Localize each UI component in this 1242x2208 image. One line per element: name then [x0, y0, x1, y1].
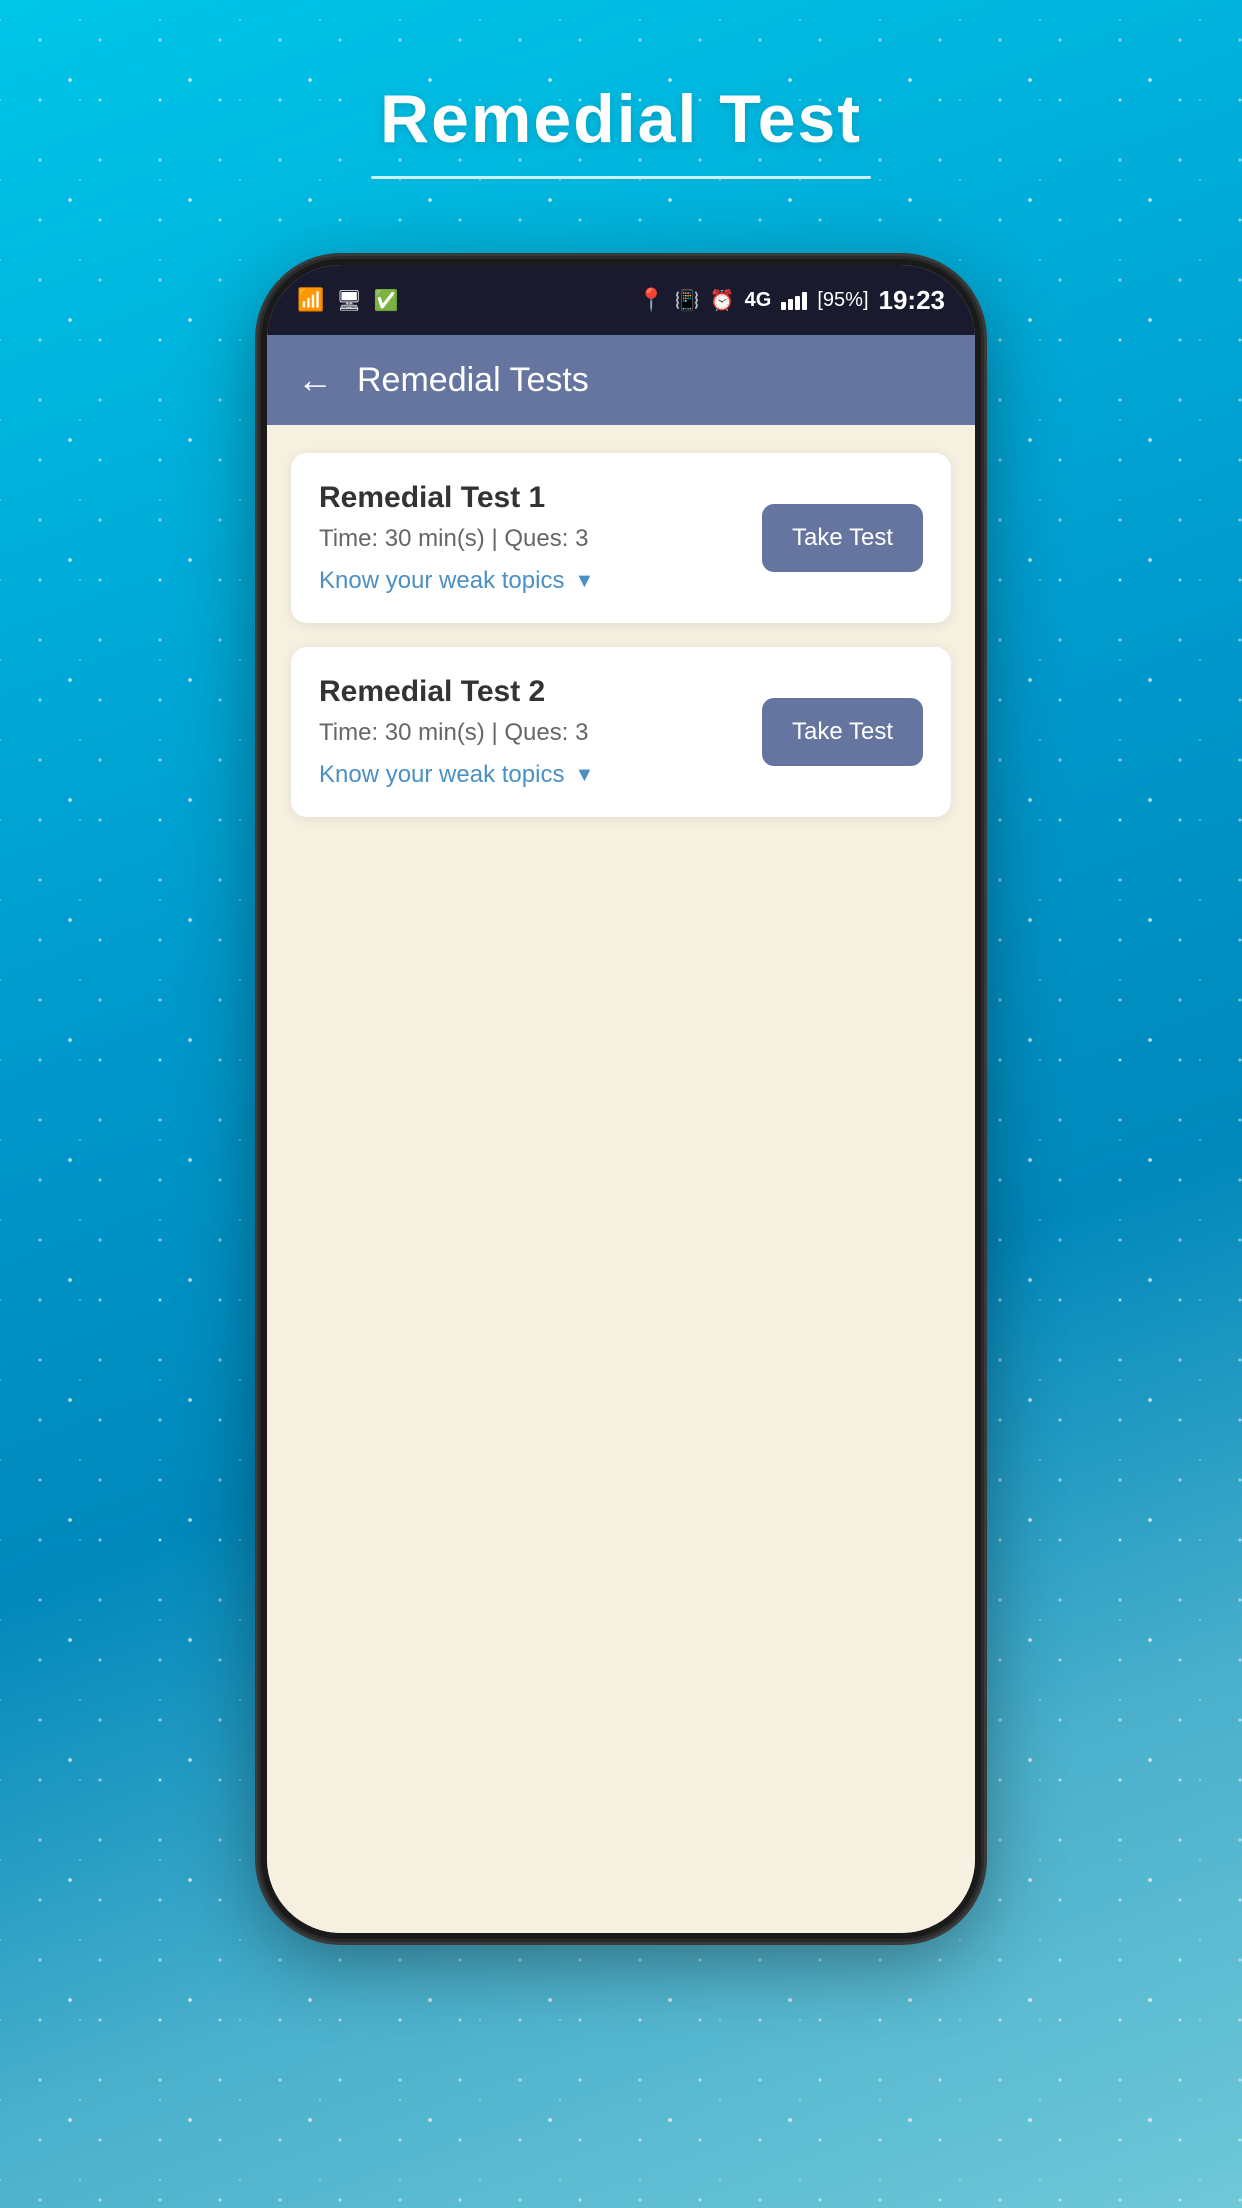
- test-card-1: Remedial Test 1 Time: 30 min(s) | Ques: …: [291, 453, 951, 623]
- signal-bar-2: [788, 299, 793, 310]
- battery-percent: 95%: [823, 289, 863, 312]
- back-button[interactable]: ←: [297, 359, 333, 401]
- take-test-button-2[interactable]: Take Test: [762, 698, 923, 766]
- dropdown-arrow-1: ▼: [574, 570, 594, 593]
- network-type: 4G: [745, 289, 772, 312]
- test-card-2-meta: Time: 30 min(s) | Ques: 3: [319, 719, 762, 747]
- status-time: 19:23: [879, 285, 946, 316]
- test-card-2: Remedial Test 2 Time: 30 min(s) | Ques: …: [291, 647, 951, 817]
- status-right: 📍 📳 ⏰ 4G [95%] 19:23: [637, 285, 945, 316]
- page-title-section: Remedial Test: [371, 80, 871, 179]
- know-weak-topics-1[interactable]: Know your weak topics ▼: [319, 567, 762, 595]
- test-card-1-left: Remedial Test 1 Time: 30 min(s) | Ques: …: [319, 481, 762, 595]
- phone-inner: 📶 🖥 ✅ 📍 📳 ⏰ 4G: [267, 265, 975, 1933]
- notification-icon: 🖥: [336, 288, 361, 313]
- header-title: Remedial Tests: [357, 361, 589, 400]
- status-left: 📶 🖥 ✅: [297, 287, 399, 313]
- know-weak-topics-2-label: Know your weak topics: [319, 761, 564, 789]
- take-test-button-1[interactable]: Take Test: [762, 504, 923, 572]
- signal-bar-3: [795, 296, 800, 310]
- alarm-icon: ⏰: [710, 288, 735, 313]
- signal-bar-1: [781, 302, 786, 310]
- location-icon: 📍: [637, 287, 664, 313]
- app-content: Remedial Test 1 Time: 30 min(s) | Ques: …: [267, 425, 975, 1933]
- test-card-2-title: Remedial Test 2: [319, 675, 762, 709]
- page-title: Remedial Test: [371, 80, 871, 158]
- wifi-icon: 📶: [297, 287, 324, 313]
- title-underline: [371, 176, 871, 179]
- test-card-1-meta: Time: 30 min(s) | Ques: 3: [319, 525, 762, 553]
- check-icon: ✅: [374, 288, 399, 313]
- know-weak-topics-1-label: Know your weak topics: [319, 567, 564, 595]
- test-card-2-left: Remedial Test 2 Time: 30 min(s) | Ques: …: [319, 675, 762, 789]
- know-weak-topics-2[interactable]: Know your weak topics ▼: [319, 761, 762, 789]
- test-card-1-title: Remedial Test 1: [319, 481, 762, 515]
- signal-bar-4: [802, 292, 807, 310]
- dropdown-arrow-2: ▼: [574, 764, 594, 787]
- signal-bars: [781, 290, 807, 310]
- app-header: ← Remedial Tests: [267, 335, 975, 425]
- phone-frame: 📶 🖥 ✅ 📍 📳 ⏰ 4G: [261, 259, 981, 1939]
- status-bar: 📶 🖥 ✅ 📍 📳 ⏰ 4G: [267, 265, 975, 335]
- vibrate-icon: 📳: [675, 288, 700, 313]
- battery-icon: [95%]: [817, 289, 868, 312]
- phone-layout: 📶 🖥 ✅ 📍 📳 ⏰ 4G: [267, 265, 975, 1933]
